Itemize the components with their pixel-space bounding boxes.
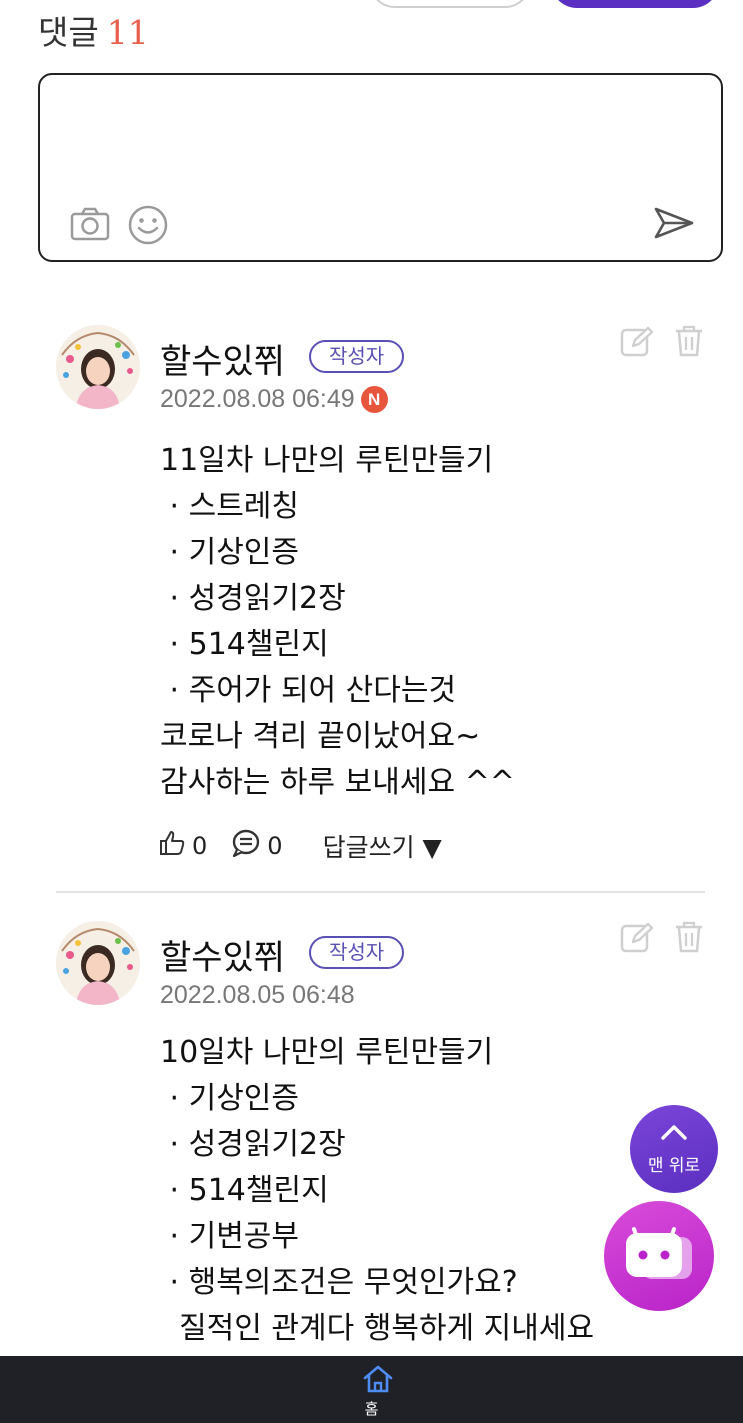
comment-line: · 성경읽기2장 — [160, 1127, 346, 1162]
comment-count-label: 댓글 — [38, 13, 99, 52]
comment-line: · 기변공부 — [160, 1219, 300, 1254]
home-icon[interactable] — [362, 1364, 394, 1398]
comment-body: 11일차 나만의 루틴만들기 · 스트레칭 · 기상인증 · 성경읽기2장 · … — [160, 438, 515, 806]
comment-line: 질적인 관계다 행복하게 지내세요 — [160, 1311, 595, 1346]
new-badge: N — [360, 386, 388, 413]
comment-body: 10일차 나만의 루틴만들기 · 기상인증 · 성경읽기2장 · 514챌린지 … — [160, 1030, 594, 1352]
comment-line: · 행복의조건은 무엇인가요? — [160, 1265, 518, 1300]
bottom-nav: 홈 — [0, 1356, 743, 1423]
smile-icon[interactable] — [128, 205, 168, 249]
comment-line: · 주어가 되어 산다는것 — [160, 673, 457, 708]
cancel-button-clipped[interactable] — [369, 0, 531, 8]
comment-count-header: 댓글 11 — [38, 6, 149, 54]
comment-input[interactable] — [38, 73, 723, 262]
comment-divider — [56, 891, 705, 893]
comment-line: · 성경읽기2장 — [160, 581, 346, 616]
author-name[interactable]: 할수있쮜 — [160, 334, 285, 383]
comment-actions: 0 0 답글쓰기 ▼ — [158, 828, 442, 864]
camera-icon[interactable] — [70, 207, 110, 245]
trash-icon[interactable] — [674, 920, 704, 958]
comment-date-text: 2022.08.08 06:49 — [160, 385, 355, 413]
comment-line: 11일차 나만의 루틴만들기 — [160, 443, 494, 478]
comment-line: 10일차 나만의 루틴만들기 — [160, 1035, 494, 1070]
speech-bubble-icon — [231, 829, 261, 863]
scroll-to-top-label: 맨 위로 — [647, 1156, 701, 1176]
submit-button-clipped[interactable] — [551, 0, 719, 8]
page: 댓글 11 할수있쮜 작성자 2022.08.08 06:49 N 11일차 나… — [0, 0, 743, 1423]
trash-icon[interactable] — [674, 324, 704, 362]
like-count: 0 — [192, 832, 208, 860]
chatbot-button[interactable] — [604, 1201, 714, 1311]
edit-icon[interactable] — [620, 922, 654, 958]
reply-count-button[interactable]: 0 — [221, 829, 283, 863]
write-reply-button[interactable]: 답글쓰기 ▼ — [323, 828, 442, 864]
comment-line: 코로나 격리 끝이났어요~ — [160, 719, 481, 754]
reply-count: 0 — [267, 832, 283, 860]
comment-count-number: 11 — [106, 13, 149, 52]
author-badge: 작성자 — [309, 936, 405, 969]
scroll-to-top-button[interactable]: 맨 위로 — [630, 1105, 718, 1193]
send-icon[interactable] — [653, 205, 695, 245]
comment-line: · 스트레칭 — [160, 489, 300, 524]
author-badge: 작성자 — [309, 340, 405, 373]
thumbs-up-icon — [158, 829, 186, 863]
chevron-up-icon — [660, 1123, 688, 1145]
edit-icon[interactable] — [620, 326, 654, 362]
comment-line: · 514챌린지 — [160, 627, 329, 662]
comment-line: · 514챌린지 — [160, 1173, 329, 1208]
comment-line: · 기상인증 — [160, 1081, 300, 1116]
comment-line: 감사하는 하루 보내세요 ^^ — [160, 765, 515, 800]
comment-date: 2022.08.08 06:49 N — [160, 385, 388, 414]
home-label[interactable]: 홈 — [0, 1398, 743, 1419]
comment-line: · 기상인증 — [160, 535, 300, 570]
author-name[interactable]: 할수있쮜 — [160, 930, 285, 979]
robot-chat-icon — [624, 1223, 696, 1293]
comment-date: 2022.08.05 06:48 — [160, 981, 355, 1009]
like-button[interactable]: 0 — [158, 829, 207, 863]
avatar[interactable] — [56, 325, 140, 409]
avatar[interactable] — [56, 921, 140, 1005]
